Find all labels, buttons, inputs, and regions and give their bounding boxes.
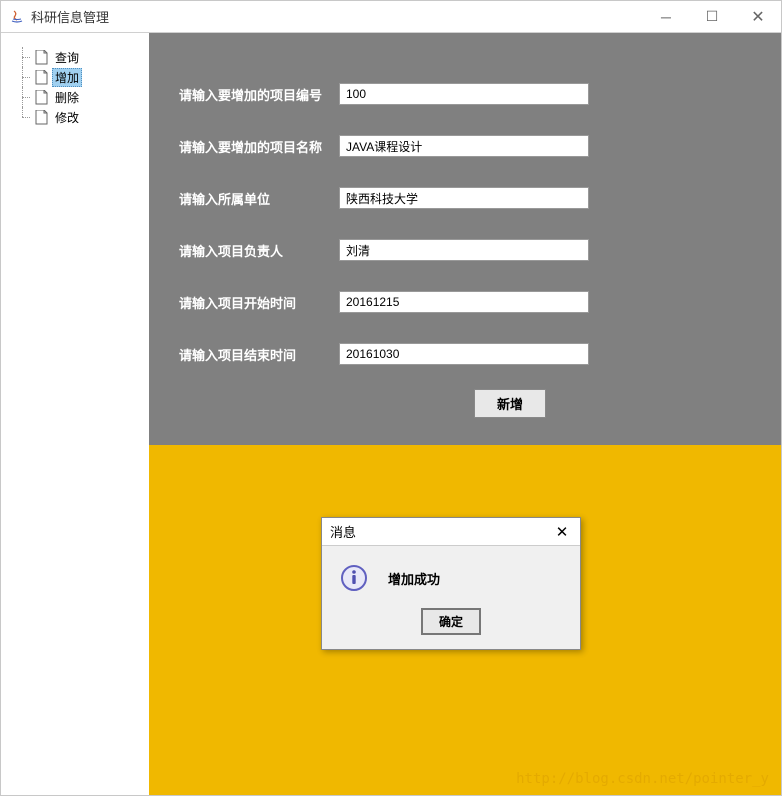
message-dialog: 消息 ✕ 增加成功 确定 xyxy=(321,517,581,650)
java-app-icon xyxy=(9,9,25,25)
dialog-body: 增加成功 xyxy=(322,546,580,602)
form-row-project-name: 请输入要增加的项目名称 xyxy=(179,135,761,157)
submit-button[interactable]: 新增 xyxy=(474,389,546,418)
form-label: 请输入项目开始时间 xyxy=(179,293,339,312)
sidebar-item-add[interactable]: 增加 xyxy=(31,67,149,87)
leader-input[interactable] xyxy=(339,239,589,261)
nav-tree: 查询 增加 删除 xyxy=(1,47,149,127)
form-label: 请输入所属单位 xyxy=(179,189,339,208)
info-icon xyxy=(340,564,368,592)
sidebar-item-label: 增加 xyxy=(52,68,82,87)
form-row-leader: 请输入项目负责人 xyxy=(179,239,761,261)
form-row-start-time: 请输入项目开始时间 xyxy=(179,291,761,313)
titlebar: 科研信息管理 ─ ☐ ✕ xyxy=(1,1,781,33)
sidebar-item-delete[interactable]: 删除 xyxy=(31,87,149,107)
sidebar-item-label: 查询 xyxy=(52,49,82,66)
document-icon xyxy=(35,50,48,65)
main-panel: 请输入要增加的项目编号 请输入要增加的项目名称 请输入所属单位 请输入项目负责人… xyxy=(149,33,781,795)
maximize-button[interactable]: ☐ xyxy=(689,1,735,32)
main-window: 科研信息管理 ─ ☐ ✕ 查询 xyxy=(0,0,782,796)
close-button[interactable]: ✕ xyxy=(735,1,781,32)
dialog-message: 增加成功 xyxy=(388,569,440,588)
form-row-end-time: 请输入项目结束时间 xyxy=(179,343,761,365)
minimize-button[interactable]: ─ xyxy=(643,1,689,32)
dialog-actions: 确定 xyxy=(322,602,580,649)
dialog-close-button[interactable]: ✕ xyxy=(544,523,580,541)
submit-row: 新增 xyxy=(179,389,761,418)
unit-input[interactable] xyxy=(339,187,589,209)
project-id-input[interactable] xyxy=(339,83,589,105)
form-label: 请输入项目负责人 xyxy=(179,241,339,260)
form-label: 请输入项目结束时间 xyxy=(179,345,339,364)
form-row-unit: 请输入所属单位 xyxy=(179,187,761,209)
project-name-input[interactable] xyxy=(339,135,589,157)
form-row-project-id: 请输入要增加的项目编号 xyxy=(179,83,761,105)
document-icon xyxy=(35,90,48,105)
form-label: 请输入要增加的项目名称 xyxy=(179,137,339,156)
dialog-title: 消息 xyxy=(330,522,544,541)
start-time-input[interactable] xyxy=(339,291,589,313)
window-title: 科研信息管理 xyxy=(31,7,643,26)
form-label: 请输入要增加的项目编号 xyxy=(179,85,339,104)
form-area: 请输入要增加的项目编号 请输入要增加的项目名称 请输入所属单位 请输入项目负责人… xyxy=(149,33,781,445)
sidebar-item-modify[interactable]: 修改 xyxy=(31,107,149,127)
content-area: 查询 增加 删除 xyxy=(1,33,781,795)
window-controls: ─ ☐ ✕ xyxy=(643,1,781,32)
document-icon xyxy=(35,110,48,125)
sidebar-item-query[interactable]: 查询 xyxy=(31,47,149,67)
dialog-ok-button[interactable]: 确定 xyxy=(421,608,481,635)
watermark: http://blog.csdn.net/pointer_y xyxy=(516,771,769,787)
sidebar-item-label: 删除 xyxy=(52,89,82,106)
sidebar: 查询 增加 删除 xyxy=(1,33,149,795)
dialog-titlebar: 消息 ✕ xyxy=(322,518,580,546)
document-icon xyxy=(35,70,48,85)
end-time-input[interactable] xyxy=(339,343,589,365)
sidebar-item-label: 修改 xyxy=(52,109,82,126)
